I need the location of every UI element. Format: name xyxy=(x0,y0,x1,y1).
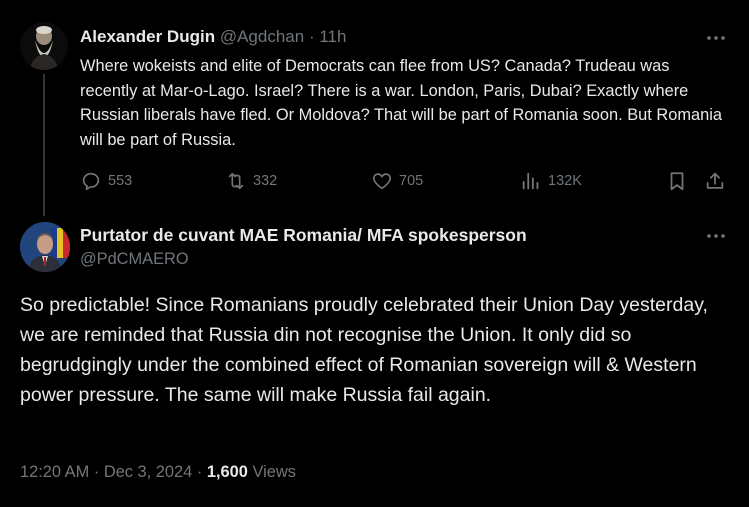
author-handle[interactable]: @Agdchan xyxy=(220,27,304,46)
tweet-date[interactable]: Dec 3, 2024 xyxy=(104,463,192,481)
like-count: 705 xyxy=(399,173,424,189)
views-button[interactable]: 132K xyxy=(520,170,582,192)
bookmark-button[interactable] xyxy=(666,170,694,192)
share-icon xyxy=(706,172,724,189)
timestamp[interactable]: 11h xyxy=(319,27,346,46)
bookmark-icon xyxy=(670,172,684,191)
tweet-text: So predictable! Since Romanians proudly … xyxy=(20,294,708,406)
repost-count: 332 xyxy=(253,173,278,189)
action-bar: 553 332 705 132K xyxy=(80,170,730,192)
main-header: Purtator de cuvant MAE Romania/ MFA spok… xyxy=(80,223,527,247)
views-count: 1,600 xyxy=(206,463,248,481)
analytics-icon xyxy=(522,172,539,190)
parent-header: Alexander Dugin @Agdchan · 11h xyxy=(80,26,346,48)
repost-icon xyxy=(228,172,244,190)
more-horizontal-icon[interactable] xyxy=(705,34,727,42)
author-name[interactable]: Alexander Dugin xyxy=(80,27,215,46)
parent-tweet[interactable]: Alexander Dugin @Agdchan · 11h Where wok… xyxy=(0,0,749,216)
separator: · xyxy=(196,463,203,481)
tweet-time[interactable]: 12:20 AM xyxy=(20,463,89,481)
author-handle[interactable]: @PdCMAERO xyxy=(80,248,189,270)
tweet-text: Where wokeists and elite of Democrats ca… xyxy=(80,57,722,149)
author-name[interactable]: Purtator de cuvant MAE Romania/ MFA spok… xyxy=(80,225,527,245)
share-button[interactable] xyxy=(704,170,732,192)
views-count: 132K xyxy=(548,173,582,189)
repost-button[interactable]: 332 xyxy=(225,170,277,192)
reply-count: 553 xyxy=(108,173,133,189)
separator: · xyxy=(308,27,315,46)
more-horizontal-icon[interactable] xyxy=(705,232,727,240)
avatar[interactable] xyxy=(20,22,68,70)
like-button[interactable]: 705 xyxy=(371,170,423,192)
reply-button[interactable]: 553 xyxy=(80,170,132,192)
avatar[interactable] xyxy=(20,222,70,272)
separator: · xyxy=(93,463,100,481)
reply-icon xyxy=(82,172,100,191)
views-label: Views xyxy=(252,463,296,481)
tweet-meta: 12:20 AM · Dec 3, 2024 · 1,600 Views xyxy=(20,461,296,483)
heart-icon xyxy=(372,173,392,190)
thread-line xyxy=(43,74,45,216)
